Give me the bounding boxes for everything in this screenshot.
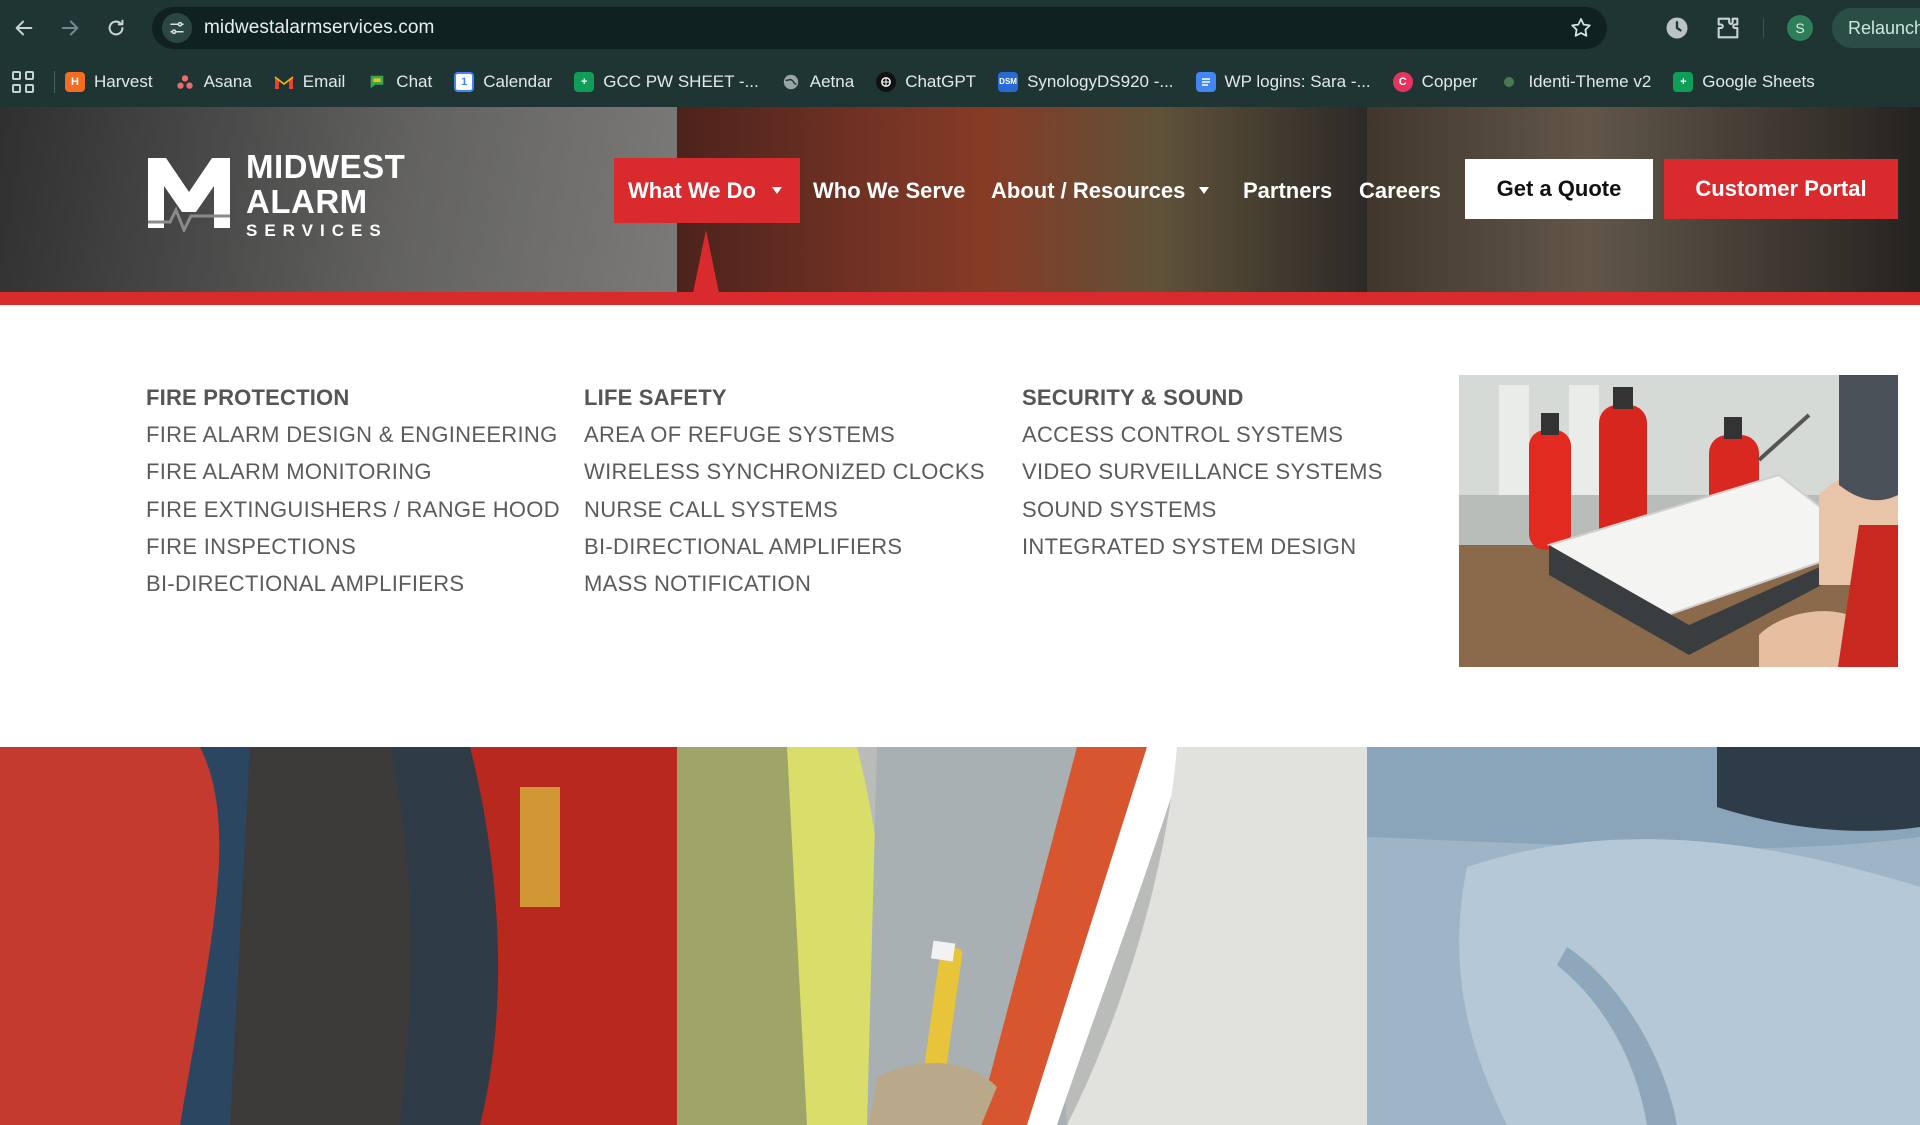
chatgpt-icon — [876, 71, 897, 92]
bookmark-wp-logins[interactable]: WP logins: Sara -... — [1195, 71, 1371, 92]
bookmark-aetna[interactable]: Aetna — [781, 72, 854, 92]
address-bar[interactable]: midwestalarmservices.com — [152, 7, 1607, 49]
hero-image-strip — [0, 747, 1920, 1125]
nav-label: What We Do — [628, 177, 756, 203]
menu-link[interactable]: FIRE EXTINGUISHERS / RANGE HOOD — [146, 491, 560, 528]
toolbar-divider — [1763, 18, 1764, 38]
photo-illustration — [0, 747, 677, 1125]
bookmark-email[interactable]: Email — [274, 72, 345, 92]
menu-link[interactable]: BI-DIRECTIONAL AMPLIFIERS — [146, 565, 560, 602]
sheets-icon: + — [574, 71, 595, 92]
menu-link[interactable]: FIRE ALARM DESIGN & ENGINEERING — [146, 416, 560, 453]
logo-wordmark: MIDWEST ALARM SERVICES — [246, 150, 405, 239]
site-info-button[interactable] — [162, 13, 192, 43]
asana-icon — [175, 72, 195, 92]
harvest-icon: H — [65, 71, 85, 92]
nav-label: About / Resources — [991, 177, 1186, 203]
site-logo[interactable]: MIDWEST ALARM SERVICES — [146, 150, 406, 239]
relaunch-button[interactable]: Relaunch — [1832, 8, 1920, 48]
back-button[interactable] — [2, 6, 46, 50]
caret-down-icon — [771, 187, 782, 194]
synology-icon: DSM — [998, 71, 1019, 92]
menu-column-fire-protection: FIRE PROTECTION FIRE ALARM DESIGN & ENGI… — [146, 379, 560, 602]
url-text[interactable]: midwestalarmservices.com — [204, 17, 434, 39]
menu-column-life-safety: LIFE SAFETY AREA OF REFUGE SYSTEMS WIREL… — [584, 379, 985, 602]
photo-illustration — [1459, 375, 1898, 667]
photo-illustration — [1367, 747, 1920, 1125]
docs-icon — [1195, 71, 1216, 92]
browser-toolbar: midwestalarmservices.com S Relaunch — [0, 0, 1920, 56]
apps-grid-icon[interactable] — [12, 70, 34, 93]
bookmarks-bar: H Harvest Asana Email Chat 1 Calendar + GCC… — [0, 56, 1920, 107]
menu-link[interactable]: VIDEO SURVEILLANCE SYSTEMS — [1022, 453, 1383, 490]
menu-link[interactable]: AREA OF REFUGE SYSTEMS — [584, 416, 985, 453]
menu-column-security-sound: SECURITY & SOUND ACCESS CONTROL SYSTEMS … — [1022, 379, 1383, 565]
forward-button[interactable] — [48, 6, 92, 50]
leaf-icon — [1499, 72, 1519, 92]
column-title[interactable]: SECURITY & SOUND — [1022, 379, 1383, 416]
chat-icon — [367, 72, 387, 92]
menu-link[interactable]: BI-DIRECTIONAL AMPLIFIERS — [584, 528, 985, 565]
nav-partners[interactable]: Partners — [1243, 158, 1332, 223]
caret-down-icon — [1199, 187, 1210, 194]
tune-icon — [170, 21, 184, 35]
column-title[interactable]: LIFE SAFETY — [584, 379, 985, 416]
extensions-puzzle-icon[interactable] — [1714, 14, 1742, 42]
calendar-icon: 1 — [454, 71, 475, 92]
bookmark-identi-theme[interactable]: Identi-Theme v2 — [1499, 72, 1651, 92]
copper-icon: C — [1392, 71, 1413, 92]
nav-careers[interactable]: Careers — [1359, 158, 1441, 223]
customer-portal-button[interactable]: Customer Portal — [1664, 159, 1898, 219]
mega-menu-panel: FIRE PROTECTION FIRE ALARM DESIGN & ENGI… — [0, 305, 1920, 747]
header-accent-bar — [0, 292, 1920, 305]
extension-timer-icon[interactable] — [1663, 14, 1691, 42]
menu-link[interactable]: MASS NOTIFICATION — [584, 565, 985, 602]
menu-link[interactable]: NURSE CALL SYSTEMS — [584, 491, 985, 528]
photo-illustration — [677, 747, 1367, 1125]
menu-link[interactable]: WIRELESS SYNCHRONIZED CLOCKS — [584, 453, 985, 490]
reload-button[interactable] — [94, 6, 138, 50]
bookmark-gcc-pw-sheet[interactable]: + GCC PW SHEET -... — [574, 71, 759, 92]
bookmark-harvest[interactable]: H Harvest — [65, 71, 153, 92]
sheets-icon: + — [1673, 71, 1694, 92]
bookmark-chatgpt[interactable]: ChatGPT — [876, 71, 976, 92]
bookmark-calendar[interactable]: 1 Calendar — [454, 71, 552, 92]
hero-photo-inspector — [677, 747, 1367, 1125]
hero-photo-technician — [1367, 747, 1920, 1125]
nav-about-resources[interactable]: About / Resources — [991, 158, 1210, 223]
menu-link[interactable]: INTEGRATED SYSTEM DESIGN — [1022, 528, 1383, 565]
globe-icon — [781, 72, 801, 92]
fire-inspection-photo — [1459, 375, 1898, 667]
menu-pointer — [693, 230, 719, 293]
menu-link[interactable]: SOUND SYSTEMS — [1022, 491, 1383, 528]
nav-what-we-do[interactable]: What We Do — [614, 158, 800, 223]
menu-link[interactable]: FIRE INSPECTIONS — [146, 528, 560, 565]
menu-link[interactable]: FIRE ALARM MONITORING — [146, 453, 560, 490]
gmail-icon — [274, 72, 294, 92]
profile-avatar[interactable]: S — [1787, 15, 1813, 41]
menu-link[interactable]: ACCESS CONTROL SYSTEMS — [1022, 416, 1383, 453]
bookmark-google-sheets[interactable]: + Google Sheets — [1673, 71, 1815, 92]
logo-line: SERVICES — [246, 221, 388, 240]
get-a-quote-button[interactable]: Get a Quote — [1465, 159, 1653, 219]
bookmarks-divider — [54, 70, 55, 93]
logo-line: MIDWEST — [246, 148, 406, 185]
arrow-left-icon — [15, 20, 33, 36]
column-title[interactable]: FIRE PROTECTION — [146, 379, 560, 416]
bookmark-star-icon[interactable] — [1569, 16, 1593, 40]
bookmark-copper[interactable]: C Copper — [1392, 71, 1477, 92]
reload-icon — [108, 19, 124, 36]
bookmark-asana[interactable]: Asana — [175, 72, 252, 92]
logo-line: ALARM — [246, 183, 368, 220]
bookmark-synology[interactable]: DSM SynologyDS920 -... — [998, 71, 1174, 92]
hero-photo-extinguisher — [0, 747, 677, 1125]
arrow-right-icon — [61, 20, 79, 36]
nav-who-we-serve[interactable]: Who We Serve — [813, 158, 965, 223]
bookmark-chat[interactable]: Chat — [367, 72, 432, 92]
midwest-m-logo-icon — [148, 158, 230, 232]
